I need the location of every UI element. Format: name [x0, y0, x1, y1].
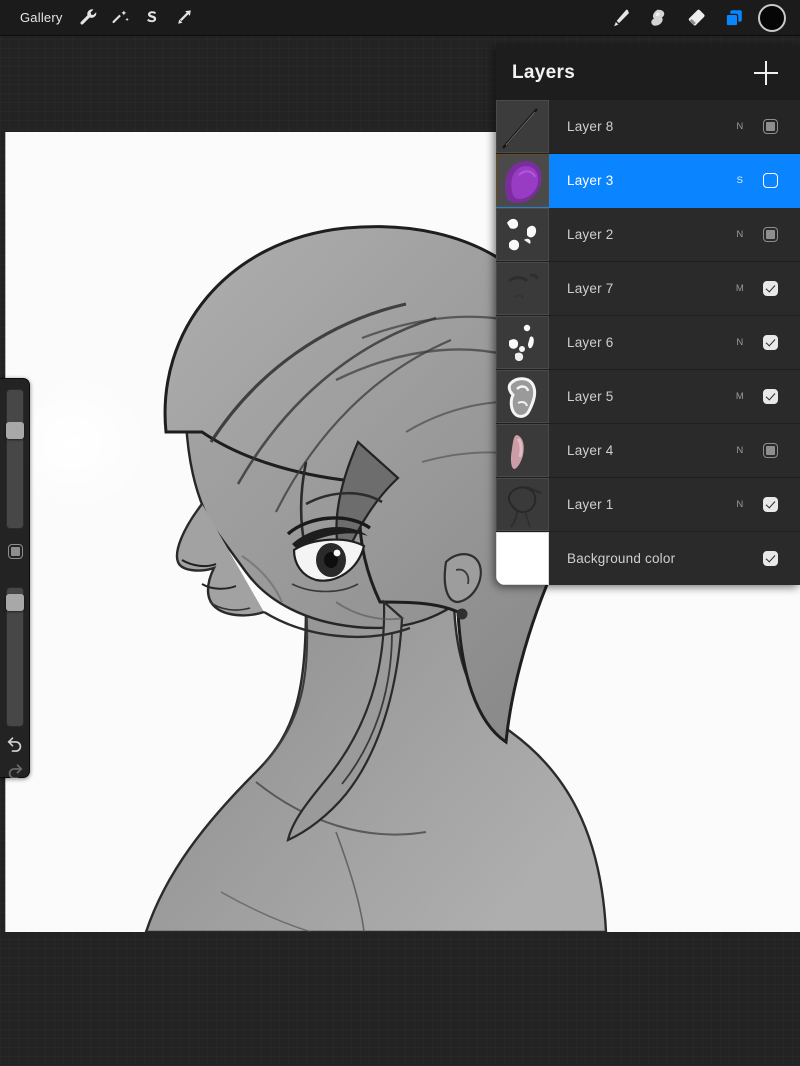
background-color-row[interactable]: Background color [496, 532, 800, 585]
brush-size-thumb[interactable] [6, 422, 24, 439]
layer-blend-mode[interactable]: N [727, 121, 753, 132]
left-sidebar [0, 378, 30, 781]
layers-panel-header: Layers [496, 45, 800, 100]
layer-thumbnail[interactable] [496, 370, 549, 423]
layer-visibility-checkbox[interactable] [763, 335, 778, 350]
layer-blend-mode[interactable]: M [727, 283, 753, 294]
redo-button[interactable] [5, 761, 25, 781]
layer-thumbnail[interactable] [496, 424, 549, 477]
layer-thumbnail[interactable] [496, 262, 549, 315]
layer-blend-mode[interactable]: N [727, 445, 753, 456]
procreate-app: Gallery Layers Layer 8 N Layer 3 S Layer… [0, 0, 800, 1066]
layer-blend-mode[interactable]: N [727, 499, 753, 510]
layer-name: Layer 2 [567, 227, 614, 242]
selection-s-icon[interactable] [139, 4, 167, 32]
undo-button[interactable] [5, 734, 25, 754]
arrow-transform-icon[interactable] [171, 4, 199, 32]
top-toolbar: Gallery [0, 0, 800, 36]
color-swatch-button[interactable] [758, 3, 786, 32]
layer-blend-mode[interactable]: N [727, 337, 753, 348]
layer-row[interactable]: Layer 8 N [496, 100, 800, 154]
modify-button[interactable] [8, 544, 23, 559]
layer-name: Layer 8 [567, 119, 614, 134]
layers-panel-title: Layers [512, 61, 576, 83]
smudge-icon[interactable] [644, 4, 672, 32]
layer-visibility-checkbox[interactable] [763, 551, 778, 566]
layer-thumbnail[interactable] [496, 154, 549, 207]
layer-row[interactable]: Layer 5 M [496, 370, 800, 424]
layer-visibility-checkbox[interactable] [763, 281, 778, 296]
layer-thumbnail[interactable] [496, 478, 549, 531]
layer-name: Layer 3 [567, 173, 614, 188]
layer-name: Layer 5 [567, 389, 614, 404]
layer-visibility-checkbox[interactable] [763, 173, 778, 188]
layer-blend-mode[interactable]: S [727, 175, 753, 186]
layer-row[interactable]: Layer 2 N [496, 208, 800, 262]
layer-row[interactable]: Layer 1 N [496, 478, 800, 532]
top-toolbar-left: Gallery [0, 0, 199, 35]
eraser-icon[interactable] [682, 4, 710, 32]
layer-row[interactable]: Layer 6 N [496, 316, 800, 370]
wrench-icon[interactable] [75, 4, 103, 32]
layer-name: Layer 4 [567, 443, 614, 458]
layer-blend-mode[interactable]: N [727, 229, 753, 240]
layer-thumbnail[interactable] [496, 100, 549, 153]
layer-visibility-checkbox[interactable] [763, 389, 778, 404]
layer-thumbnail[interactable] [496, 316, 549, 369]
layer-visibility-checkbox[interactable] [763, 119, 778, 134]
layer-blend-mode[interactable]: M [727, 391, 753, 402]
magic-wand-icon[interactable] [107, 4, 135, 32]
layers-icon[interactable] [720, 4, 748, 32]
layer-name: Layer 7 [567, 281, 614, 296]
layer-thumbnail[interactable] [496, 208, 549, 261]
gallery-button[interactable]: Gallery [12, 7, 71, 28]
layer-visibility-checkbox[interactable] [763, 497, 778, 512]
opacity-thumb[interactable] [6, 594, 24, 611]
layers-panel: Layers Layer 8 N Layer 3 S Layer 2 N Lay… [496, 45, 800, 585]
top-toolbar-right [606, 0, 800, 35]
brush-size-slider[interactable] [6, 389, 24, 529]
background-color-swatch[interactable] [496, 532, 549, 585]
layer-name: Layer 6 [567, 335, 614, 350]
layer-name: Background color [567, 551, 676, 566]
layer-row[interactable]: Layer 4 N [496, 424, 800, 478]
layer-visibility-checkbox[interactable] [763, 443, 778, 458]
layer-name: Layer 1 [567, 497, 614, 512]
layer-row[interactable]: Layer 3 S [496, 154, 800, 208]
layer-visibility-checkbox[interactable] [763, 227, 778, 242]
opacity-slider[interactable] [6, 587, 24, 727]
brush-icon[interactable] [606, 4, 634, 32]
layer-row[interactable]: Layer 7 M [496, 262, 800, 316]
add-layer-button[interactable] [754, 60, 778, 85]
